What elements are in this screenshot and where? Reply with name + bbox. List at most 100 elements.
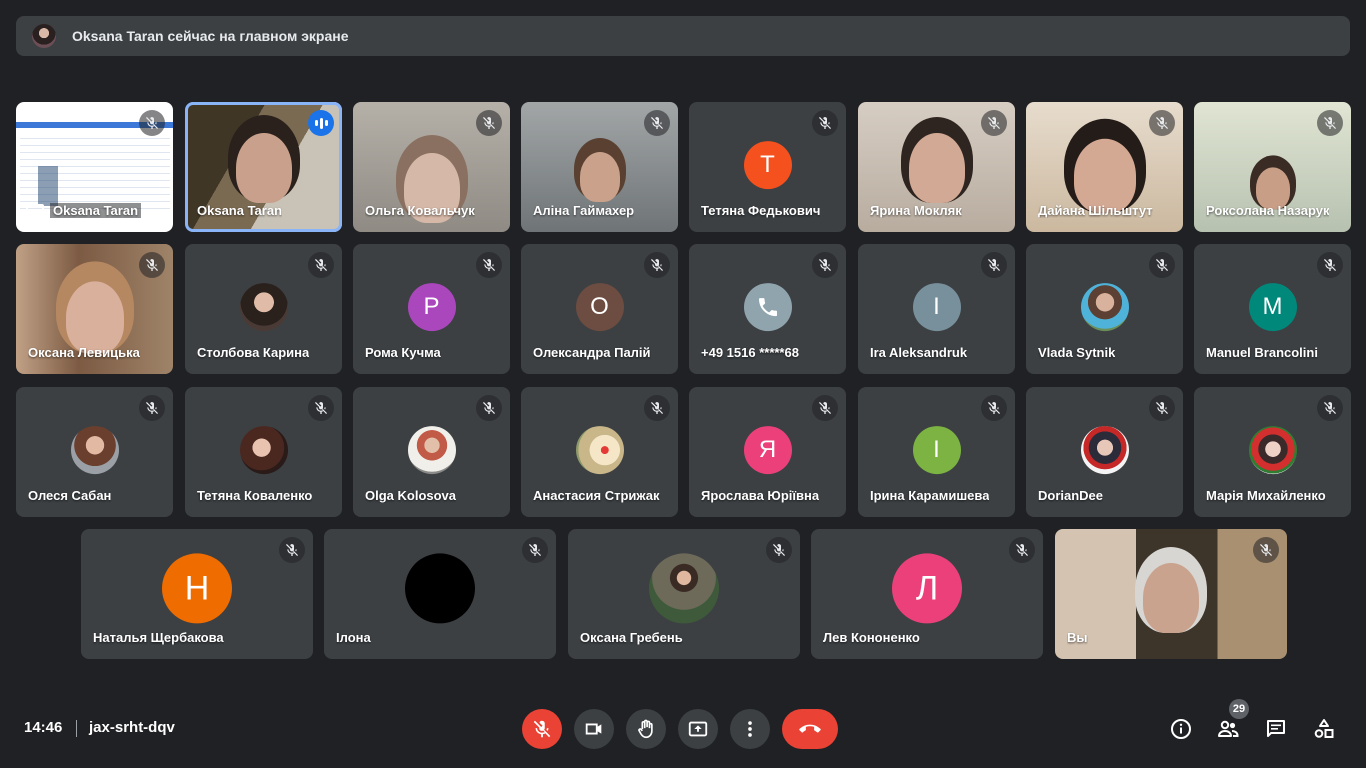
muted-mic-icon	[139, 395, 165, 421]
participant-tile[interactable]: Ілона	[324, 529, 556, 659]
participant-tile[interactable]: І Ірина Карамишева	[858, 387, 1015, 517]
participant-tile[interactable]: Дайана Шільштут	[1026, 102, 1183, 232]
muted-mic-icon	[812, 110, 838, 136]
speaking-indicator-icon	[308, 110, 334, 136]
activities-icon	[1314, 719, 1334, 738]
participant-name: Оксана Гребень	[580, 630, 683, 645]
participant-tile[interactable]: Олеся Сабан	[16, 387, 173, 517]
muted-mic-icon	[308, 395, 334, 421]
participant-name: Аліна Гаймахер	[533, 203, 635, 218]
participant-tile[interactable]: Olga Kolosova	[353, 387, 510, 517]
muted-mic-icon	[279, 537, 305, 563]
muted-mic-icon	[522, 537, 548, 563]
participant-name: Олеся Сабан	[28, 488, 112, 503]
participant-tile[interactable]: Я Ярослава Юріївна	[689, 387, 846, 517]
muted-mic-icon	[1253, 537, 1279, 563]
present-screen-icon	[26, 204, 44, 218]
more-options-button[interactable]	[730, 709, 770, 749]
participant-tile[interactable]: Аліна Гаймахер	[521, 102, 678, 232]
phone-icon	[743, 283, 792, 332]
participant-avatar: Я	[743, 426, 792, 475]
people-icon	[1218, 720, 1239, 737]
muted-mic-icon	[1009, 537, 1035, 563]
participant-name: Дайана Шільштут	[1038, 203, 1153, 218]
participant-name: Vlada Sytnik	[1038, 345, 1116, 360]
participant-name: Тетяна Коваленко	[197, 488, 313, 503]
raise-hand-button[interactable]	[626, 709, 666, 749]
participant-tile[interactable]: Тетяна Коваленко	[185, 387, 342, 517]
self-view-tile[interactable]: Вы	[1055, 529, 1287, 659]
participant-avatar: I	[912, 283, 961, 332]
muted-mic-icon	[812, 252, 838, 278]
participant-name: Oksana Taran	[50, 203, 142, 218]
leave-call-button[interactable]	[782, 709, 838, 749]
muted-mic-icon	[766, 537, 792, 563]
muted-mic-icon	[1149, 395, 1175, 421]
participant-avatar: Т	[743, 141, 792, 190]
participant-tile-active-speaker[interactable]: Oksana Taran	[185, 102, 342, 232]
participant-name: Вы	[1067, 630, 1088, 645]
participant-avatar	[1080, 426, 1129, 475]
participant-name: Ярослава Юріївна	[701, 488, 820, 503]
meeting-details-button[interactable]	[1166, 714, 1196, 744]
participant-name: Наталья Щербакова	[93, 630, 224, 645]
toggle-microphone-button[interactable]	[522, 709, 562, 749]
participant-tile[interactable]: Л Лев Кононенко	[811, 529, 1043, 659]
participant-name: Анастасия Стрижак	[533, 488, 660, 503]
muted-mic-icon	[644, 395, 670, 421]
participant-name: Ira Aleksandruk	[870, 345, 968, 360]
clock: 14:46	[24, 719, 63, 736]
participant-name: Ілона	[336, 630, 371, 645]
participant-avatar	[407, 426, 456, 475]
banner-text: Oksana Taran сейчас на главном экране	[72, 28, 349, 44]
participant-tile[interactable]: Н Наталья Щербакова	[81, 529, 313, 659]
participant-tile[interactable]: Т Тетяна Федькович	[689, 102, 846, 232]
participant-avatar: P	[407, 283, 456, 332]
presentation-banner: Oksana Taran сейчас на главном экране	[16, 16, 1350, 56]
participant-tile-screen-share[interactable]: Oksana Taran	[16, 102, 173, 232]
muted-mic-icon	[1149, 252, 1175, 278]
participant-count-badge: 29	[1229, 699, 1249, 719]
participant-name: Олександра Палій	[533, 345, 651, 360]
participant-avatar	[70, 426, 119, 475]
chat-icon	[1267, 720, 1285, 737]
participant-name: Лев Кононенко	[823, 630, 920, 645]
participant-name: +49 1516 *****68	[701, 345, 799, 360]
muted-mic-icon	[981, 110, 1007, 136]
participant-avatar: M	[1248, 283, 1297, 332]
participant-avatar: O	[575, 283, 624, 332]
participant-tile[interactable]: Оксана Гребень	[568, 529, 800, 659]
participant-name: Марія Михайленко	[1206, 488, 1326, 503]
toggle-camera-button[interactable]	[574, 709, 614, 749]
participant-tile[interactable]: I Ira Aleksandruk	[858, 244, 1015, 374]
participant-tile[interactable]: Роксолана Назарук	[1194, 102, 1351, 232]
participant-tile[interactable]: Ольга Ковальчук	[353, 102, 510, 232]
participant-avatar	[405, 553, 475, 624]
participant-tile[interactable]: Ярина Мокляк	[858, 102, 1015, 232]
participant-tile[interactable]: P Рома Кучма	[353, 244, 510, 374]
participant-avatar	[239, 426, 288, 475]
muted-mic-icon	[308, 252, 334, 278]
muted-mic-icon	[981, 395, 1007, 421]
participant-tile[interactable]: DorianDee	[1026, 387, 1183, 517]
mic-off-icon	[533, 720, 551, 738]
hand-icon	[638, 719, 653, 739]
participant-tile[interactable]: +49 1516 *****68	[689, 244, 846, 374]
participant-tile[interactable]: M Manuel Brancolini	[1194, 244, 1351, 374]
chat-button[interactable]	[1261, 714, 1291, 744]
participant-tile[interactable]: Марія Михайленко	[1194, 387, 1351, 517]
participant-name: Тетяна Федькович	[701, 203, 821, 218]
presenter-avatar	[32, 24, 56, 48]
participant-tile[interactable]: Vlada Sytnik	[1026, 244, 1183, 374]
participant-name: Ірина Карамишева	[870, 488, 990, 503]
muted-mic-icon	[1317, 252, 1343, 278]
participant-tile[interactable]: Столбова Карина	[185, 244, 342, 374]
participant-name: Оксана Левицька	[28, 345, 140, 360]
muted-mic-icon	[644, 110, 670, 136]
activities-button[interactable]	[1309, 714, 1339, 744]
present-screen-button[interactable]	[678, 709, 718, 749]
participant-tile[interactable]: Оксана Левицька	[16, 244, 173, 374]
info-icon	[1171, 719, 1191, 739]
participant-tile[interactable]: Анастасия Стрижак	[521, 387, 678, 517]
participant-tile[interactable]: O Олександра Палій	[521, 244, 678, 374]
